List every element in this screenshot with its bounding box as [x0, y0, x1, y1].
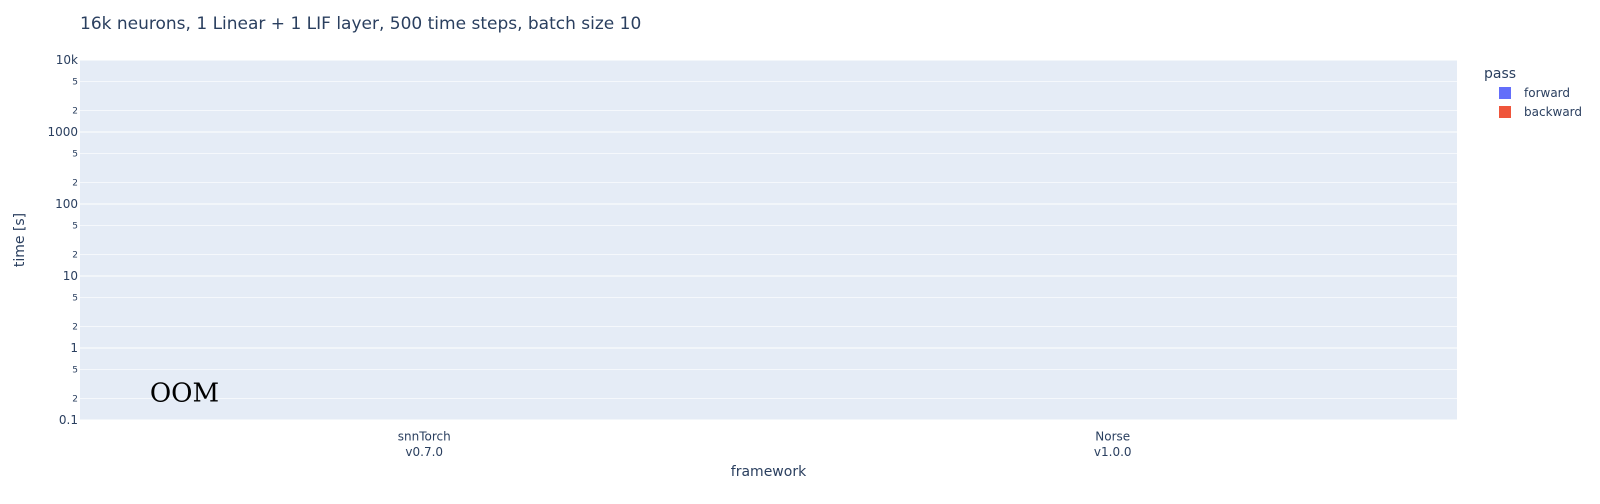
y-tick-label: 0.1: [59, 413, 78, 427]
legend-swatch: [1499, 106, 1511, 118]
y-axis-ticks: 10k 1000 100 10 1 0.1 5 2 5 2 5 2 5 2 5 2: [47, 53, 78, 427]
oom-annotation: OOM: [150, 378, 219, 408]
legend-items: forward backward: [1499, 86, 1582, 119]
x-tick-label: snnTorch v0.7.0: [398, 430, 451, 460]
y-minor-tick-label: 5: [72, 222, 78, 232]
y-tick-label: 1: [70, 341, 78, 355]
y-tick-label: 100: [55, 197, 78, 211]
legend-title: pass: [1484, 66, 1516, 82]
y-axis-title: time [s]: [12, 213, 28, 267]
legend-label: backward: [1524, 105, 1582, 119]
y-minor-tick-label: 2: [72, 106, 78, 116]
x-tick-label: Norse v1.0.0: [1094, 430, 1132, 460]
plot-area: [80, 60, 1457, 420]
x-axis-ticks: snnTorch v0.7.0 Norse v1.0.0: [398, 430, 1132, 460]
legend-item[interactable]: backward: [1499, 105, 1582, 119]
y-minor-tick-label: 2: [72, 250, 78, 260]
chart-container: 10k 1000 100 10 1 0.1 5 2 5 2 5 2 5 2 5 2 snnTorch v0.7.…: [0, 0, 1600, 500]
y-minor-tick-label: 5: [72, 294, 78, 304]
legend: pass forward backward: [1484, 66, 1582, 119]
chart-title: 16k neurons, 1 Linear + 1 LIF layer, 500…: [80, 14, 641, 34]
y-tick-label: 1000: [47, 125, 78, 139]
y-minor-tick-label: 2: [72, 178, 78, 188]
legend-item[interactable]: forward: [1499, 86, 1570, 100]
y-tick-label: 10: [63, 269, 78, 283]
y-tick-label: 10k: [56, 53, 78, 67]
x-axis-title: framework: [731, 464, 807, 480]
y-minor-tick-label: 5: [72, 150, 78, 160]
bar-chart: 10k 1000 100 10 1 0.1 5 2 5 2 5 2 5 2 5 2 snnTorch v0.7.…: [12, 14, 1582, 480]
y-minor-tick-label: 2: [72, 322, 78, 332]
legend-swatch: [1499, 87, 1511, 99]
y-minor-tick-label: 5: [72, 78, 78, 88]
y-minor-tick-label: 5: [72, 366, 78, 376]
annotations: OOM: [150, 378, 219, 408]
legend-label: forward: [1524, 86, 1570, 100]
y-minor-tick-label: 2: [72, 394, 78, 404]
